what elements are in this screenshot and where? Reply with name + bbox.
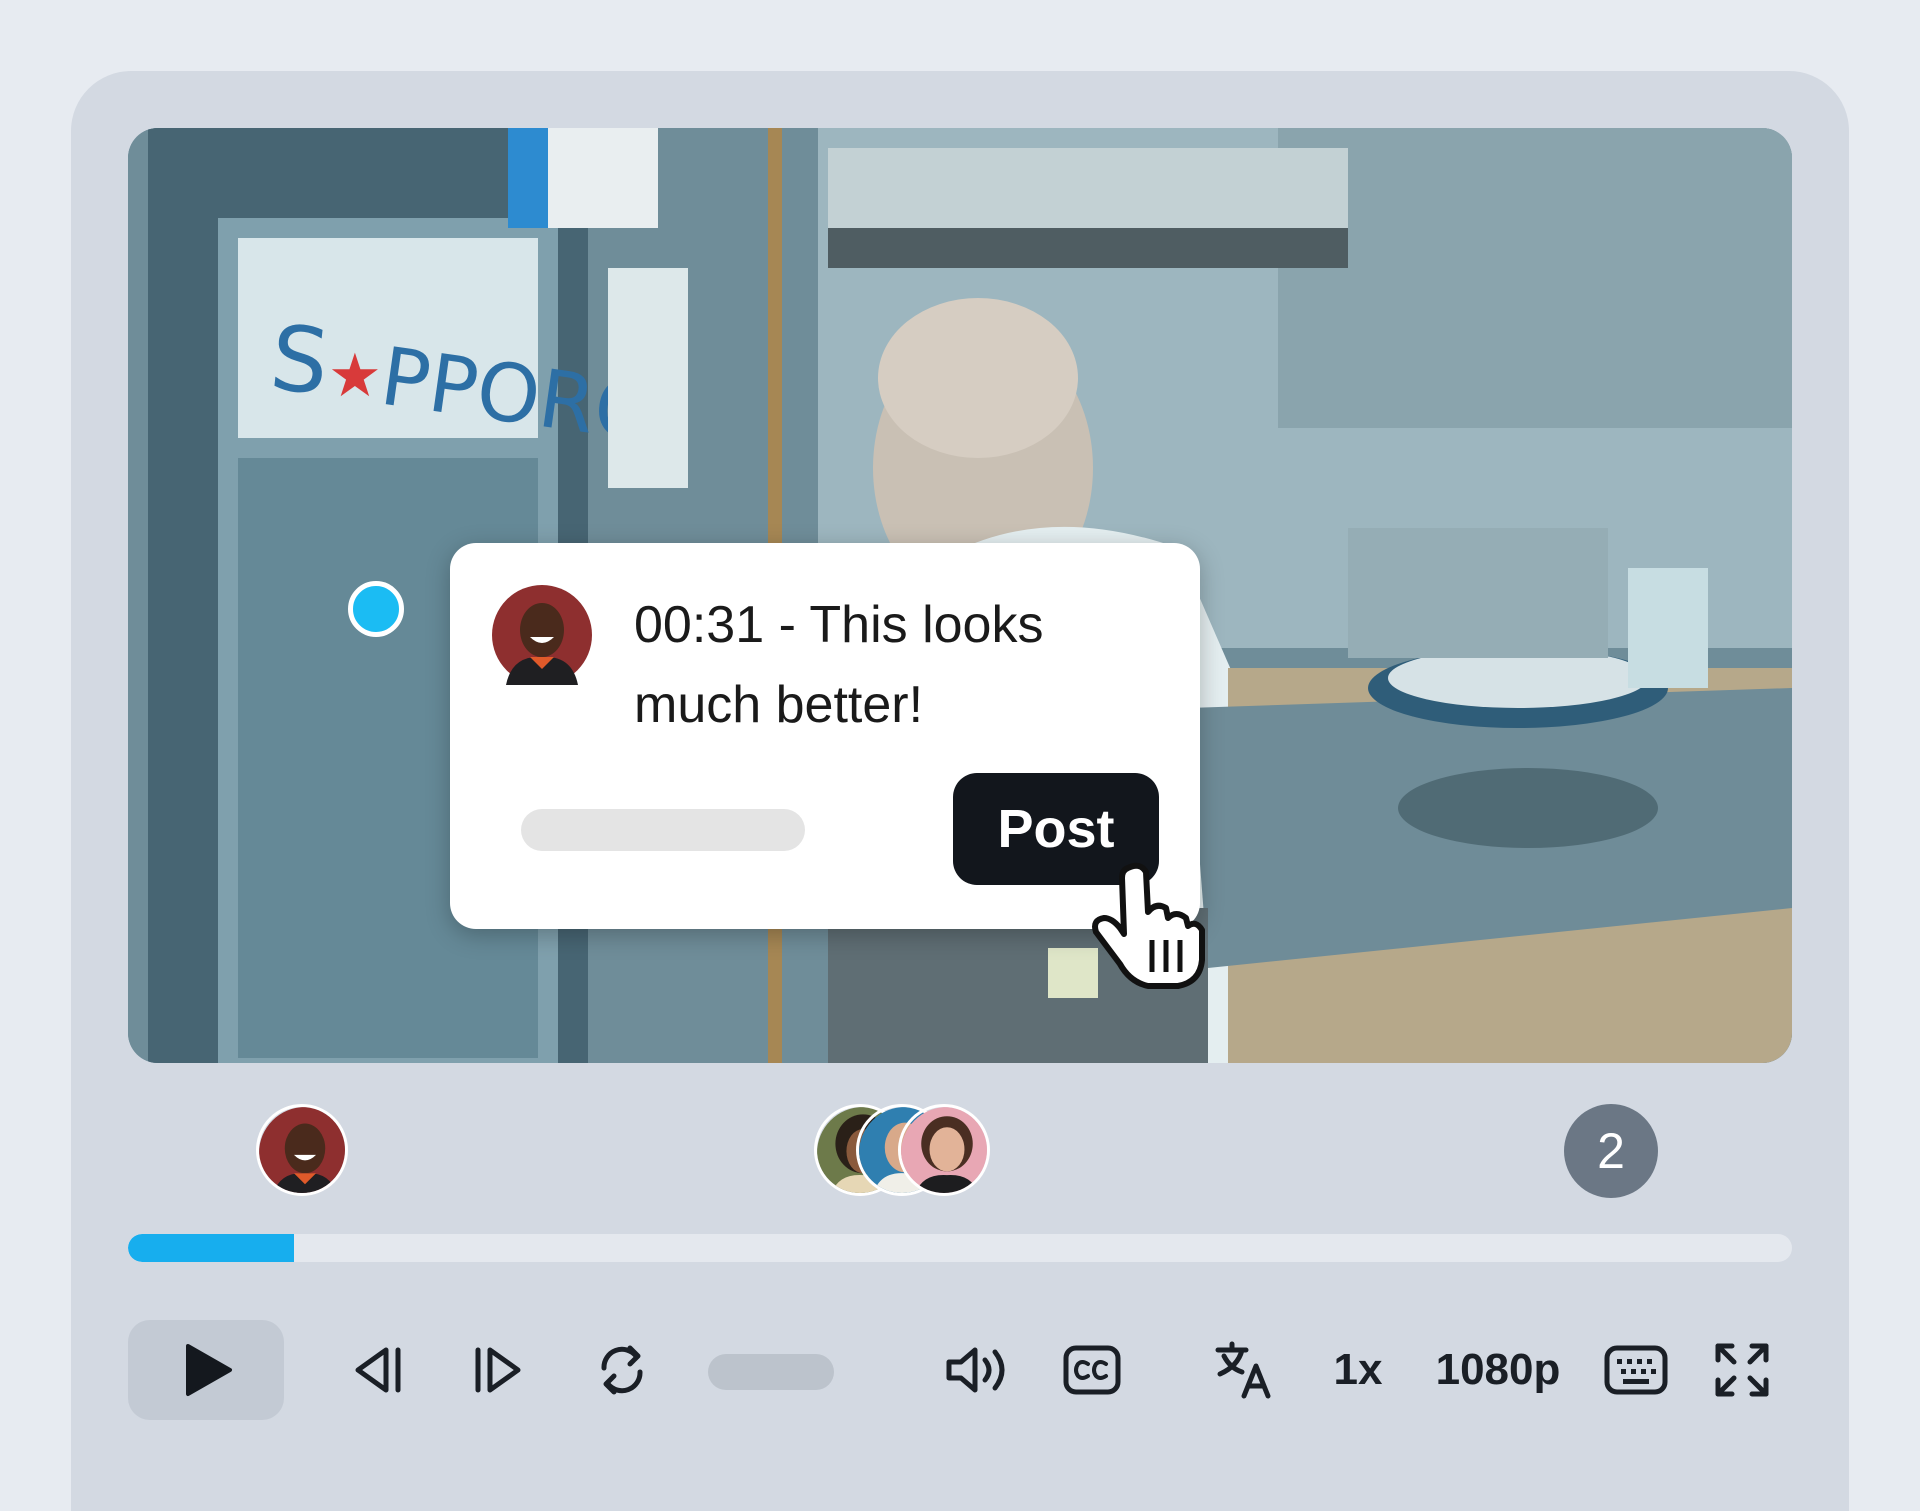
quality-button[interactable]: 1080p xyxy=(1408,1320,1588,1420)
skip-forward-icon xyxy=(475,1347,521,1393)
play-button[interactable] xyxy=(128,1320,284,1420)
volume-icon xyxy=(946,1347,1005,1393)
progress-bar[interactable] xyxy=(128,1234,1792,1262)
reply-input[interactable] xyxy=(521,809,805,851)
skip-back-button[interactable] xyxy=(328,1320,428,1420)
svg-text:S: S xyxy=(266,305,334,415)
skip-forward-button[interactable] xyxy=(448,1320,548,1420)
loop-button[interactable] xyxy=(572,1320,672,1420)
closed-captions-icon xyxy=(1063,1345,1121,1395)
control-bar: 1x 1080p xyxy=(128,1320,1792,1420)
keyboard-icon xyxy=(1604,1345,1668,1395)
skip-back-icon xyxy=(355,1347,401,1393)
comment-text: 00:31 - This looks much better! xyxy=(634,596,1044,734)
commenter-avatar xyxy=(492,585,592,685)
translate-icon xyxy=(1215,1341,1271,1399)
fullscreen-icon xyxy=(1715,1343,1769,1397)
keyboard-shortcuts-button[interactable] xyxy=(1586,1320,1686,1420)
viewer-avatar[interactable] xyxy=(898,1104,990,1196)
progress-fill xyxy=(128,1234,295,1262)
comment-marker[interactable] xyxy=(348,581,404,637)
hand-pointer-icon xyxy=(1092,862,1205,989)
playback-speed-button[interactable]: 1x xyxy=(1308,1320,1408,1420)
fullscreen-button[interactable] xyxy=(1692,1320,1792,1420)
closed-captions-button[interactable] xyxy=(1042,1320,1142,1420)
translate-button[interactable] xyxy=(1194,1320,1294,1420)
more-viewers-badge[interactable]: 2 xyxy=(1564,1104,1658,1198)
loop-icon xyxy=(601,1345,643,1395)
volume-slider[interactable] xyxy=(708,1354,834,1390)
svg-text:★: ★ xyxy=(328,341,382,411)
volume-button[interactable] xyxy=(928,1320,1028,1420)
play-icon xyxy=(186,1344,232,1396)
comment-popup: 00:31 - This looks much better! Post xyxy=(450,543,1200,929)
viewer-avatar[interactable] xyxy=(256,1104,348,1196)
